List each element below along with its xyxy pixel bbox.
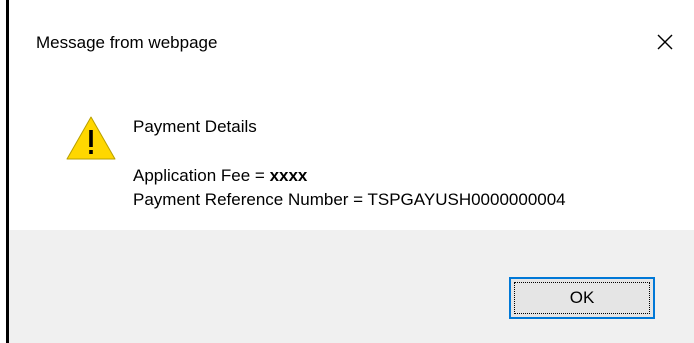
message-heading: Payment Details — [133, 117, 257, 136]
application-fee-label: Application Fee = — [133, 166, 270, 185]
close-icon — [657, 34, 673, 50]
application-fee-value: xxxx — [269, 166, 308, 185]
ok-button[interactable]: OK — [509, 277, 655, 319]
ok-button-label: OK — [569, 288, 595, 307]
application-fee-line: Application Fee = xxxx — [133, 166, 307, 186]
message-dialog: Message from webpage Payment Details App… — [9, 0, 694, 343]
warning-icon — [66, 116, 116, 160]
dialog-titlebar: Message from webpage — [9, 0, 694, 84]
dialog-title: Message from webpage — [36, 33, 218, 52]
dialog-content: Payment Details Application Fee = xxxx P… — [9, 84, 694, 230]
payment-reference-line: Payment Reference Number = TSPGAYUSH0000… — [133, 190, 566, 209]
dialog-footer: OK — [9, 230, 694, 343]
close-button[interactable] — [647, 24, 683, 60]
